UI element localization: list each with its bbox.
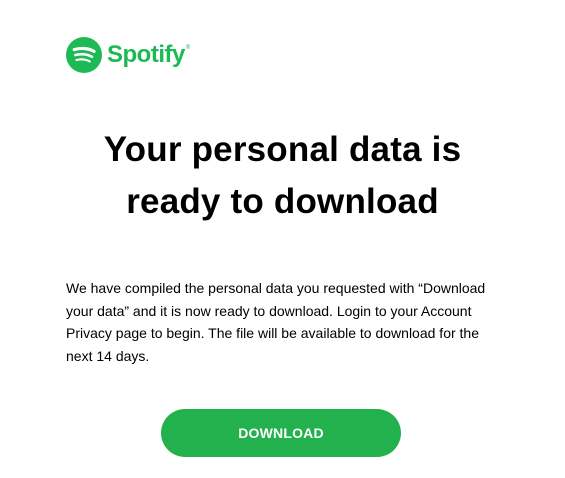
spotify-logo: Spotify®	[66, 36, 190, 74]
message-body: We have compiled the personal data you r…	[66, 277, 506, 367]
wordmark-text: Spotify	[107, 41, 185, 68]
headline-line: ready to download	[126, 182, 439, 221]
body-line: Privacy page to begin. The file will be …	[66, 325, 479, 341]
body-line: your data” and it is now ready to downlo…	[66, 302, 472, 319]
spotify-logo-icon	[66, 37, 102, 73]
page-title: Your personal data is ready to download	[0, 124, 565, 228]
body-line: We have compiled the personal data you r…	[66, 280, 486, 296]
trademark-symbol: ®	[185, 45, 190, 51]
body-line: next 14 days.	[66, 347, 150, 364]
spotify-wordmark: Spotify®	[107, 43, 190, 67]
download-button[interactable]: DOWNLOAD	[161, 409, 401, 457]
headline-line: Your personal data is	[103, 130, 462, 169]
